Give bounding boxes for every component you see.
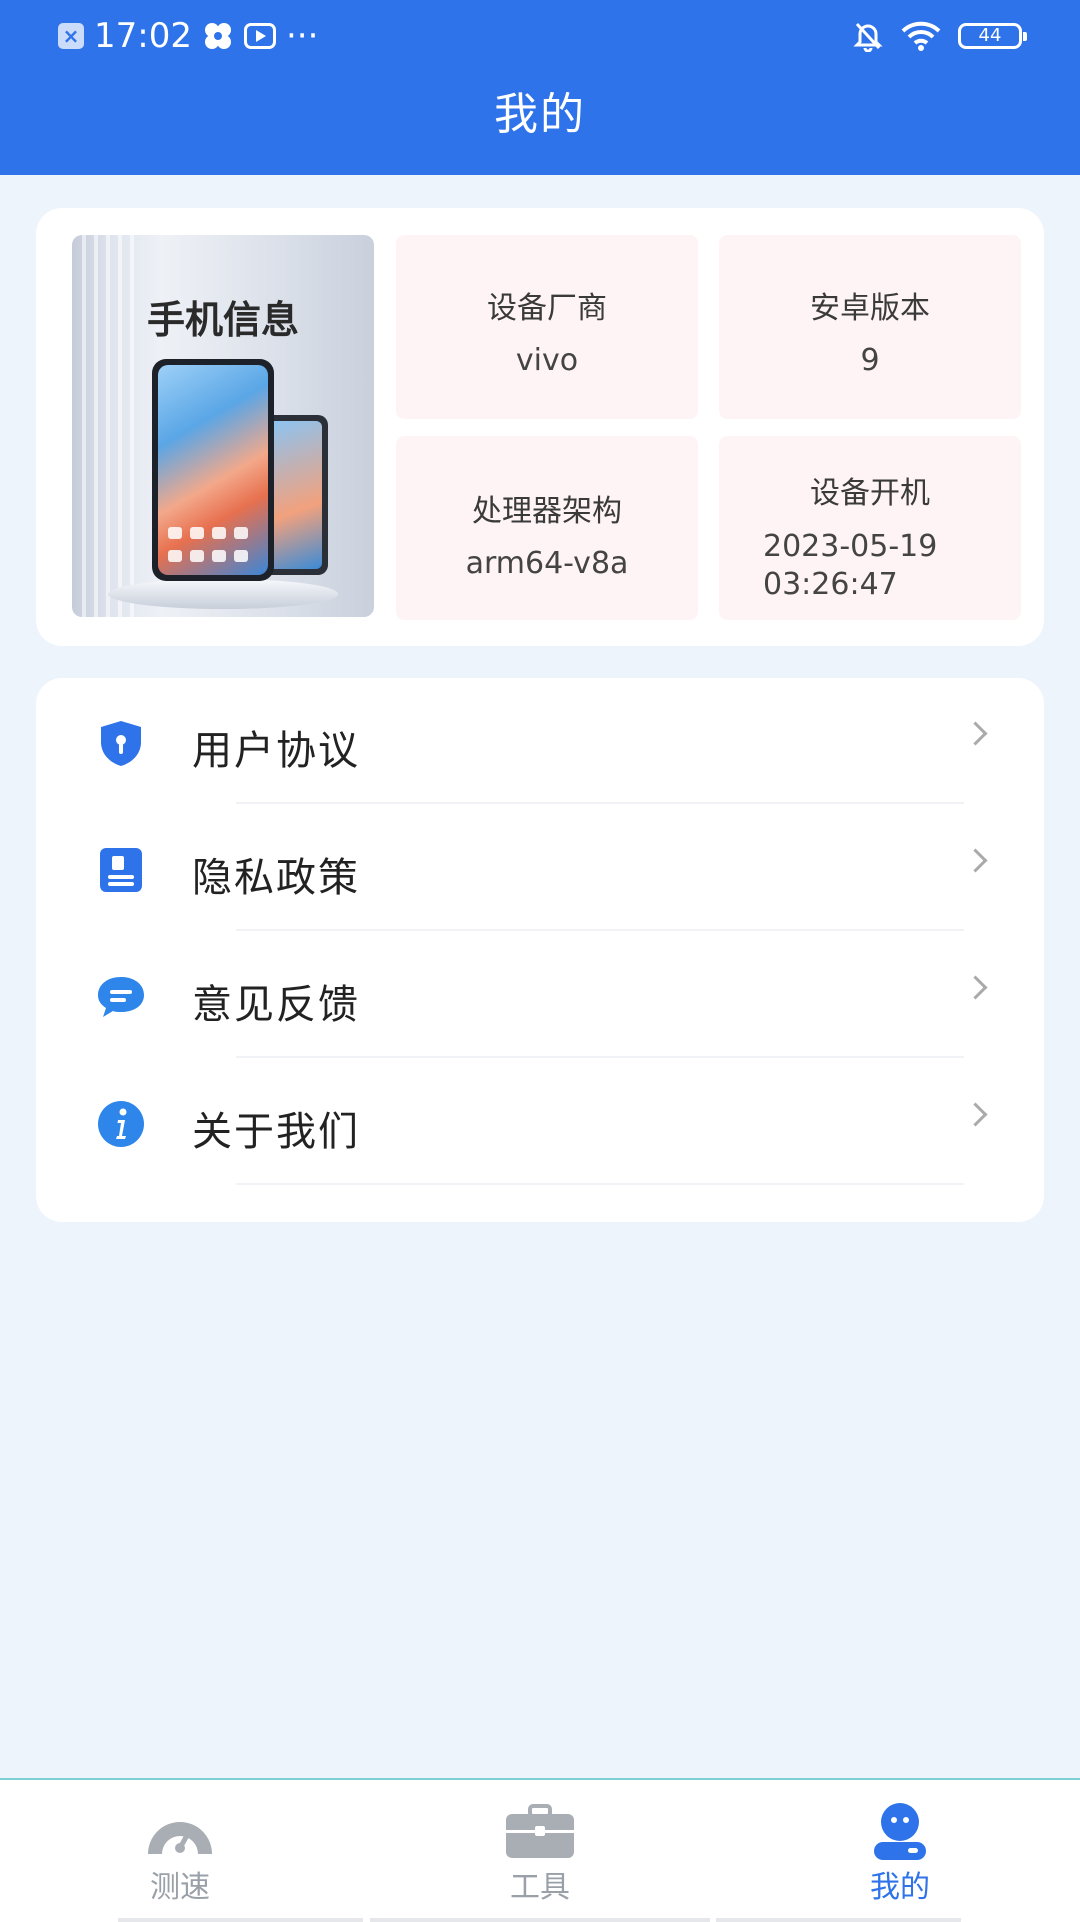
phone-info-card: 手机信息 设备厂商 vivo 安卓版本 9 处理器架构 arm64-v8a 设备… [36, 208, 1044, 646]
header: × 17:02 ··· 44 我的 [0, 0, 1080, 175]
battery-icon: 44 [958, 23, 1027, 49]
pedestal-illustration [108, 579, 338, 609]
page-title: 我的 [494, 89, 586, 140]
toolbox-icon [506, 1804, 574, 1858]
stat-cpu-arch: 处理器架构 arm64-v8a [396, 436, 698, 620]
status-more-dots: ··· [285, 16, 319, 56]
status-bar-left: × 17:02 ··· [58, 14, 318, 58]
info-icon [98, 1101, 144, 1147]
menu-item-feedback[interactable]: 意见反馈 [36, 932, 1044, 1058]
notification-x-icon: × [58, 23, 84, 49]
stat-value: vivo [515, 343, 579, 378]
gesture-bar-segment [716, 1918, 961, 1922]
document-icon [100, 848, 142, 892]
chevron-right-icon [963, 1102, 988, 1127]
stat-android-version: 安卓版本 9 [719, 235, 1021, 419]
stat-label: 处理器架构 [472, 494, 622, 529]
chat-bubble-icon [98, 977, 144, 1017]
nav-item-speed-test[interactable]: 测速 [80, 1780, 280, 1922]
stat-value-time: 03:26:47 [763, 567, 898, 602]
nav-label: 我的 [870, 1870, 930, 1905]
profile-icon [874, 1803, 926, 1860]
status-bar-right: 44 [852, 14, 1027, 58]
chevron-right-icon [963, 975, 988, 1000]
gesture-bar-segment [370, 1918, 710, 1922]
stat-device-vendor: 设备厂商 vivo [396, 235, 698, 419]
divider [236, 1056, 964, 1058]
divider [236, 929, 964, 931]
menu-label: 隐私政策 [192, 855, 360, 901]
phone-info-banner: 手机信息 [72, 235, 374, 617]
bottom-nav: 测速 工具 我的 [0, 1778, 1080, 1922]
fan-icon [204, 23, 231, 49]
stat-label: 设备厂商 [487, 291, 607, 326]
shield-icon [101, 721, 141, 766]
menu-item-privacy-policy[interactable]: 隐私政策 [36, 805, 1044, 931]
stat-label: 安卓版本 [810, 291, 930, 326]
stat-value: 9 [860, 343, 880, 378]
nav-label: 测速 [150, 1870, 210, 1905]
speedometer-icon [148, 1822, 212, 1854]
settings-menu: 用户协议 隐私政策 意见反馈 关于我们 [36, 678, 1044, 1222]
divider [236, 802, 964, 804]
video-icon [243, 23, 276, 49]
stat-label: 设备开机 [810, 476, 930, 511]
divider [236, 1183, 964, 1185]
app-grid-illustration [168, 527, 258, 567]
bell-off-icon [853, 22, 883, 52]
menu-item-user-agreement[interactable]: 用户协议 [36, 678, 1044, 804]
phone-info-title: 手机信息 [146, 298, 299, 342]
menu-label: 关于我们 [192, 1109, 360, 1155]
nav-item-tools[interactable]: 工具 [440, 1780, 640, 1922]
stat-boot-time: 设备开机 2023-05-19 03:26:47 [719, 436, 1021, 620]
status-bar: × 17:02 ··· 44 [0, 0, 1080, 70]
chevron-right-icon [963, 848, 988, 873]
menu-label: 意见反馈 [192, 982, 360, 1028]
nav-item-mine[interactable]: 我的 [800, 1780, 1000, 1922]
stat-value-date: 2023-05-19 [763, 529, 938, 564]
chevron-right-icon [963, 721, 988, 746]
menu-label: 用户协议 [192, 728, 360, 774]
wifi-icon [901, 21, 941, 51]
menu-item-about-us[interactable]: 关于我们 [36, 1059, 1044, 1185]
gesture-bar-segment [118, 1918, 363, 1922]
stat-value: arm64-v8a [465, 546, 629, 581]
status-time: 17:02 [94, 16, 192, 56]
nav-label: 工具 [510, 1870, 570, 1905]
